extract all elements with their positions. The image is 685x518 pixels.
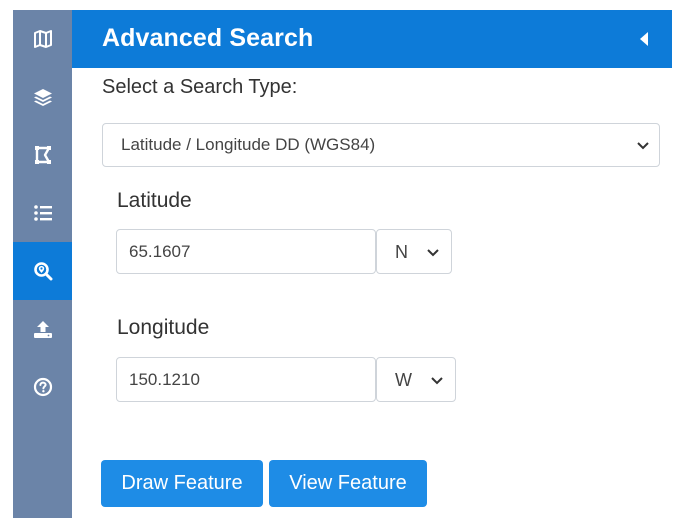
- draw-button[interactable]: [13, 126, 72, 184]
- panel-header: Advanced Search: [72, 10, 672, 68]
- longitude-hemisphere-value: W: [395, 370, 412, 390]
- search-type-value: Latitude / Longitude DD (WGS84): [121, 135, 376, 154]
- help-icon: [33, 377, 52, 397]
- chevron-down-icon: [427, 249, 439, 257]
- collapse-panel-button[interactable]: [636, 30, 652, 48]
- search-type-label: Select a Search Type:: [102, 76, 298, 98]
- map-icon: [33, 30, 52, 48]
- longitude-hemisphere-select[interactable]: W: [376, 357, 456, 402]
- layers-button[interactable]: [13, 68, 72, 126]
- search-type-select[interactable]: Latitude / Longitude DD (WGS84): [102, 123, 660, 167]
- advanced-search-panel: Advanced Search Select a Search Type: La…: [72, 10, 685, 518]
- search-location-icon: [33, 262, 52, 281]
- help-button[interactable]: [13, 358, 72, 416]
- map-button[interactable]: [13, 10, 72, 68]
- upload-icon: [33, 321, 52, 338]
- latitude-input[interactable]: [116, 229, 376, 274]
- sidebar-rail: [13, 10, 72, 518]
- search-button[interactable]: [13, 242, 72, 300]
- latitude-label: Latitude: [117, 189, 192, 212]
- chevron-down-icon: [431, 377, 443, 385]
- longitude-label: Longitude: [117, 316, 210, 339]
- list-icon: [33, 205, 52, 221]
- draw-polygon-icon: [34, 146, 51, 164]
- view-feature-button[interactable]: View Feature: [269, 460, 427, 507]
- longitude-input[interactable]: [116, 357, 376, 402]
- layers-icon: [33, 89, 52, 106]
- latitude-hemisphere-select[interactable]: N: [376, 229, 452, 274]
- latitude-hemisphere-value: N: [395, 242, 408, 262]
- draw-feature-button[interactable]: Draw Feature: [101, 460, 263, 507]
- caret-left-icon: [640, 32, 648, 46]
- upload-button[interactable]: [13, 300, 72, 358]
- panel-title: Advanced Search: [102, 24, 314, 52]
- chevron-down-icon: [637, 142, 649, 150]
- list-button[interactable]: [13, 184, 72, 242]
